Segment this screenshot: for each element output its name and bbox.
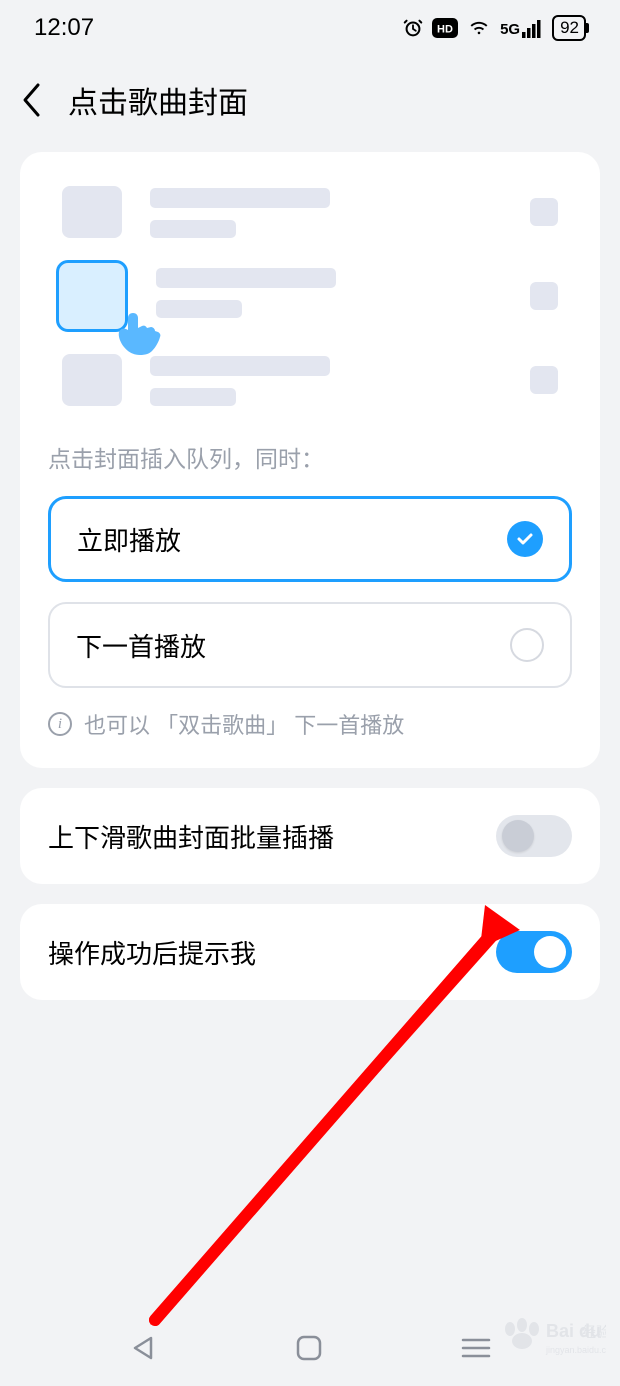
status-bar: 12:07 HD 5G 92 xyxy=(0,0,620,56)
hint-text: 也可以 「双击歌曲」 下一首播放 xyxy=(84,708,404,740)
battery-indicator: 92 xyxy=(552,15,586,41)
option-label: 立即播放 xyxy=(77,521,181,558)
signal-icon xyxy=(522,18,544,38)
illustration-handle xyxy=(530,198,558,226)
info-icon: i xyxy=(48,712,72,736)
option-play-next[interactable]: 下一首播放 xyxy=(48,602,572,688)
wifi-icon xyxy=(466,18,492,38)
setting-swipe-batch: 上下滑歌曲封面批量插播 xyxy=(20,788,600,884)
setting-label: 上下滑歌曲封面批量插播 xyxy=(48,818,334,855)
alarm-icon xyxy=(402,17,424,39)
watermark: Bai du 经验 jingyan.baidu.com xyxy=(496,1315,606,1364)
hd-icon: HD xyxy=(432,18,458,38)
page-title: 点击歌曲封面 xyxy=(68,78,248,122)
page-header: 点击歌曲封面 xyxy=(0,56,620,144)
option-label: 下一首播放 xyxy=(76,627,206,664)
status-time: 12:07 xyxy=(34,14,94,42)
radio-empty-icon xyxy=(510,628,544,662)
nav-recents-button[interactable] xyxy=(461,1336,491,1360)
nav-home-button[interactable] xyxy=(296,1335,322,1361)
setting-notify-success: 操作成功后提示我 xyxy=(20,904,600,1000)
setting-label: 操作成功后提示我 xyxy=(48,934,256,971)
toggle-notify-success[interactable] xyxy=(496,931,572,973)
status-indicators: HD 5G 92 xyxy=(402,15,586,41)
nav-back-button[interactable] xyxy=(129,1334,157,1362)
hint-row: i 也可以 「双击歌曲」 下一首播放 xyxy=(48,708,572,740)
section-label: 点击封面插入队列，同时： xyxy=(48,440,572,474)
illustration-handle xyxy=(530,366,558,394)
svg-text:HD: HD xyxy=(437,24,453,36)
illustration-handle xyxy=(530,282,558,310)
option-play-now[interactable]: 立即播放 xyxy=(48,496,572,582)
battery-level: 92 xyxy=(560,18,579,38)
network-label: 5G xyxy=(500,21,520,38)
pointer-hand-icon xyxy=(114,312,168,356)
cover-tap-card: 点击封面插入队列，同时： 立即播放 下一首播放 i 也可以 「双击歌曲」 下一首… xyxy=(20,152,600,768)
illustration-thumb xyxy=(62,186,122,238)
toggle-swipe-batch[interactable] xyxy=(496,815,572,857)
check-icon xyxy=(507,521,543,557)
watermark-sub: 经验 xyxy=(582,1324,606,1340)
illustration-thumb xyxy=(62,354,122,406)
back-icon[interactable] xyxy=(20,82,42,118)
svg-text:jingyan.baidu.com: jingyan.baidu.com xyxy=(545,1345,606,1355)
illustration xyxy=(48,186,572,440)
